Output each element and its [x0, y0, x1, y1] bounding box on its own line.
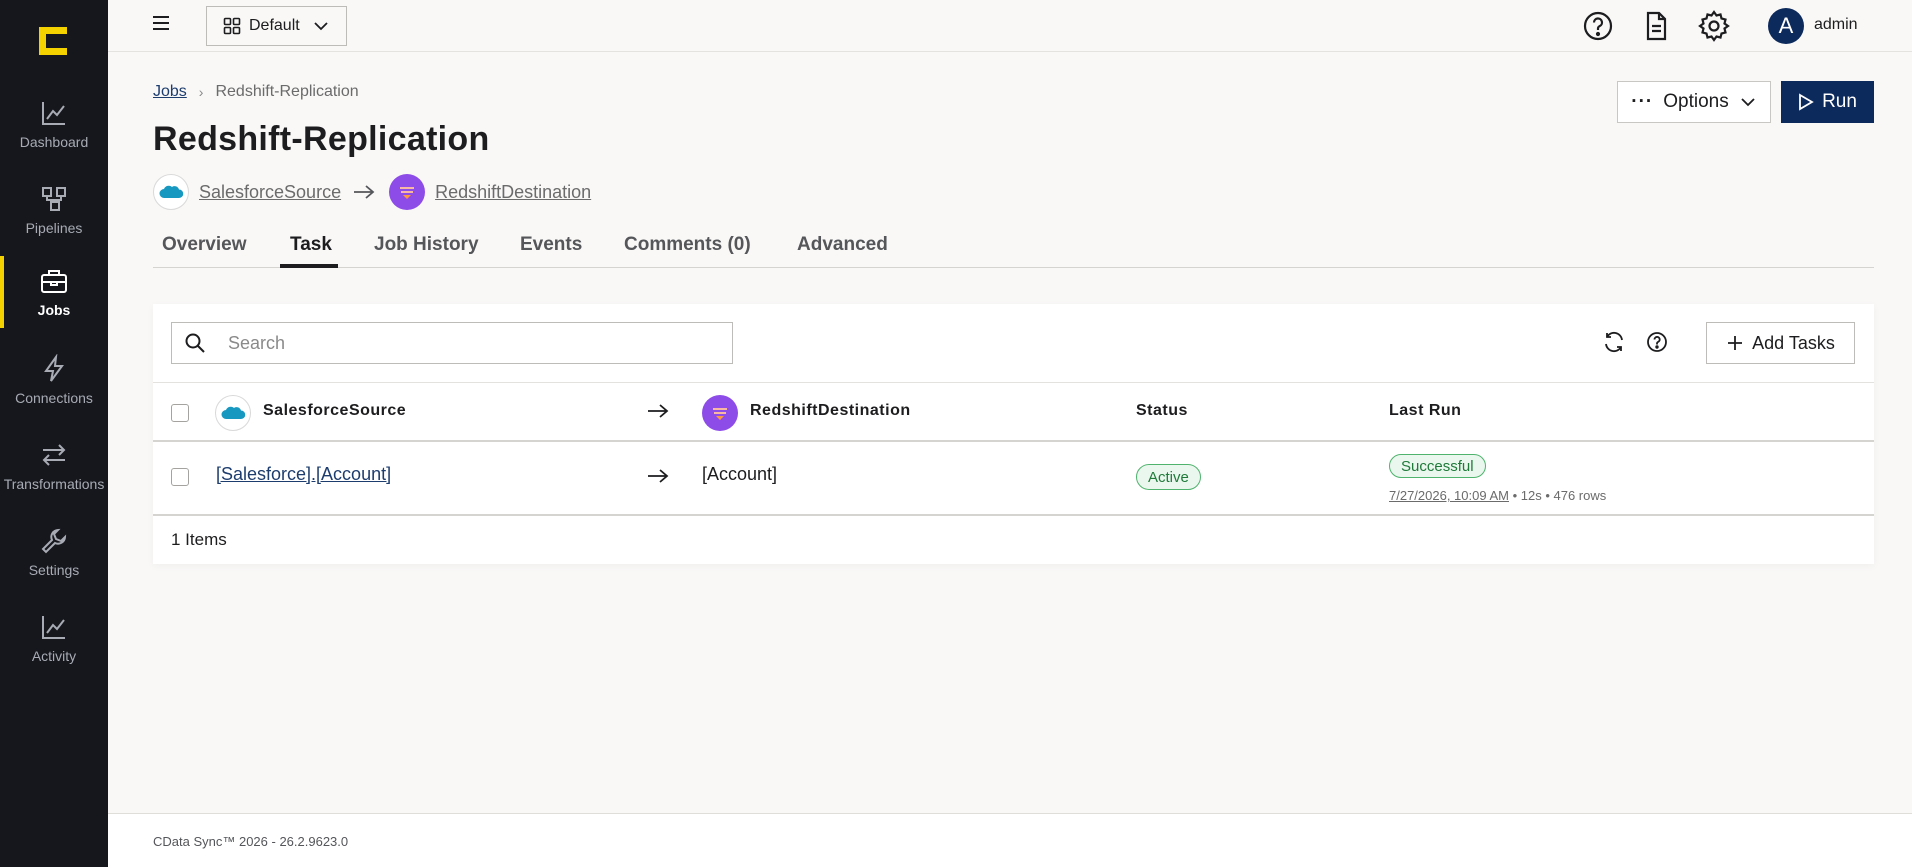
arrow-right-icon: [648, 404, 669, 418]
column-header-source[interactable]: SalesforceSource: [263, 402, 406, 420]
version-text: CData Sync™ 2026 - 26.2.9623.0: [153, 834, 349, 849]
active-tab-indicator: [280, 264, 338, 268]
tab-advanced[interactable]: Advanced: [797, 234, 888, 256]
chevron-down-icon: [1741, 98, 1755, 107]
breadcrumb-jobs-link[interactable]: Jobs: [153, 83, 187, 101]
sidebar-item-dashboard[interactable]: Dashboard: [0, 88, 108, 160]
play-icon: [1799, 93, 1814, 111]
wrench-icon: [41, 528, 67, 554]
salesforce-logo-icon: [215, 395, 251, 431]
sidebar-item-label: Settings: [28, 562, 80, 578]
chevron-right-icon: ›: [198, 84, 204, 100]
add-tasks-label: Add Tasks: [1752, 332, 1835, 353]
run-button[interactable]: Run: [1781, 81, 1874, 123]
hamburger-menu-icon[interactable]: [151, 13, 171, 33]
last-run-meta: 7/27/2026, 10:09 AM • 12s • 476 rows: [1389, 488, 1606, 503]
sidebar-item-connections[interactable]: Connections: [0, 344, 108, 416]
table-header: SalesforceSource RedshiftDestination Sta…: [153, 382, 1874, 442]
workspace-selector[interactable]: Default: [206, 6, 347, 46]
footer: CData Sync™ 2026 - 26.2.9623.0: [108, 813, 1912, 867]
sidebar-item-settings[interactable]: Settings: [0, 516, 108, 588]
sidebar-item-label: Dashboard: [19, 134, 89, 150]
last-run-result-badge: Successful: [1389, 454, 1486, 478]
arrow-right-icon: [354, 185, 375, 199]
cdata-logo[interactable]: [36, 24, 70, 58]
sidebar-item-jobs[interactable]: Jobs: [0, 256, 108, 328]
briefcase-icon: [41, 270, 67, 293]
add-tasks-button[interactable]: Add Tasks: [1706, 322, 1855, 364]
sidebar-item-label: Pipelines: [25, 220, 83, 236]
options-button[interactable]: ··· Options: [1617, 81, 1771, 123]
tab-overview[interactable]: Overview: [162, 234, 247, 256]
task-panel: Add Tasks SalesforceSource RedshiftDesti…: [153, 304, 1874, 564]
lightning-icon: [44, 354, 64, 382]
column-header-last-run[interactable]: Last Run: [1389, 402, 1461, 420]
plus-icon: [1728, 336, 1743, 350]
tab-events[interactable]: Events: [520, 234, 582, 256]
tab-task[interactable]: Task: [290, 234, 332, 256]
pipeline-icon: [42, 187, 66, 211]
arrow-right-icon: [648, 469, 669, 483]
sidebar-item-label: Activity: [31, 648, 77, 664]
connection-summary: SalesforceSource RedshiftDestination: [153, 174, 591, 210]
workspace-label: Default: [249, 17, 300, 34]
chevron-down-icon: [314, 22, 328, 31]
search-icon: [185, 333, 205, 353]
source-connection-link[interactable]: SalesforceSource: [199, 182, 341, 203]
task-destination: [Account]: [702, 464, 778, 484]
sidebar-item-label: Transformations: [3, 476, 105, 492]
chart-line-icon: [42, 616, 65, 639]
run-label: Run: [1822, 91, 1857, 112]
gear-icon[interactable]: [1698, 10, 1730, 42]
arrows-swap-icon: [42, 444, 66, 466]
last-run-time-link[interactable]: 7/27/2026, 10:09 AM: [1389, 488, 1509, 503]
page-title: Redshift-Replication: [153, 120, 490, 158]
select-all-checkbox[interactable]: [171, 404, 189, 422]
salesforce-logo-icon: [153, 174, 189, 210]
breadcrumb: Jobs › Redshift-Replication: [153, 83, 359, 101]
sidebar-item-pipelines[interactable]: Pipelines: [0, 174, 108, 246]
tab-comments[interactable]: Comments (0): [624, 234, 751, 256]
help-icon[interactable]: [1582, 10, 1614, 42]
last-run-details: • 12s • 476 rows: [1512, 488, 1607, 503]
tab-bar: Overview Task Job History Events Comment…: [153, 228, 1874, 268]
help-icon[interactable]: [1643, 328, 1671, 356]
avatar[interactable]: A: [1768, 8, 1804, 44]
redshift-logo-icon: [702, 395, 738, 431]
status-badge: Active: [1136, 464, 1201, 490]
document-icon[interactable]: [1640, 10, 1672, 42]
items-count: 1 Items: [171, 530, 227, 549]
table-row[interactable]: [Salesforce].[Account] [Account] Active …: [153, 442, 1874, 516]
row-checkbox[interactable]: [171, 468, 189, 486]
options-label: Options: [1663, 91, 1729, 112]
sidebar: Dashboard Pipelines Jobs Connections Tra…: [0, 0, 108, 867]
search-field[interactable]: [171, 322, 733, 364]
sidebar-item-label: Jobs: [37, 302, 71, 318]
column-header-destination[interactable]: RedshiftDestination: [750, 402, 911, 420]
sidebar-item-label: Connections: [15, 390, 93, 406]
destination-connection-link[interactable]: RedshiftDestination: [435, 182, 591, 203]
more-horizontal-icon: ···: [1631, 91, 1654, 112]
column-header-status[interactable]: Status: [1136, 402, 1188, 420]
search-input[interactable]: [228, 332, 708, 354]
breadcrumb-current: Redshift-Replication: [215, 83, 359, 100]
redshift-logo-icon: [389, 174, 426, 210]
top-bar: Default A admin: [108, 0, 1912, 52]
username[interactable]: admin: [1814, 16, 1858, 34]
task-source-link[interactable]: [Salesforce].[Account]: [216, 464, 391, 485]
grid-icon: [223, 17, 241, 35]
chart-line-icon: [42, 102, 65, 125]
sidebar-item-activity[interactable]: Activity: [0, 602, 108, 674]
tab-job-history[interactable]: Job History: [374, 234, 479, 256]
refresh-icon[interactable]: [1600, 328, 1628, 356]
sidebar-item-transformations[interactable]: Transformations: [0, 430, 108, 502]
